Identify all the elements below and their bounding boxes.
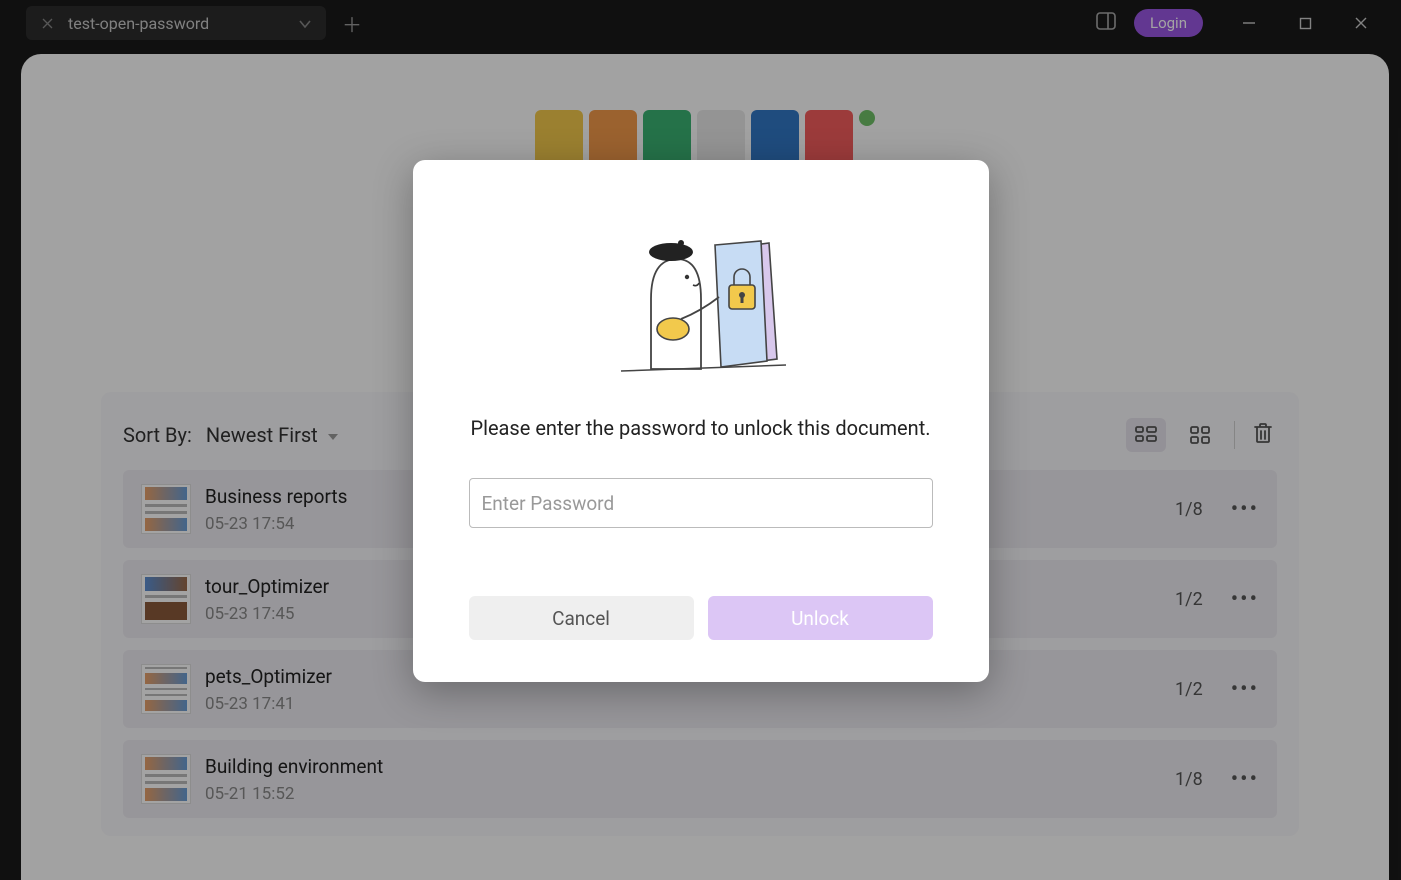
unlock-button[interactable]: Unlock — [708, 596, 933, 640]
password-modal: Please enter the password to unlock this… — [413, 160, 989, 682]
cancel-button[interactable]: Cancel — [469, 596, 694, 640]
modal-illustration — [469, 214, 933, 394]
password-input[interactable] — [469, 478, 933, 528]
modal-actions: Cancel Unlock — [469, 596, 933, 640]
modal-message: Please enter the password to unlock this… — [469, 414, 933, 442]
